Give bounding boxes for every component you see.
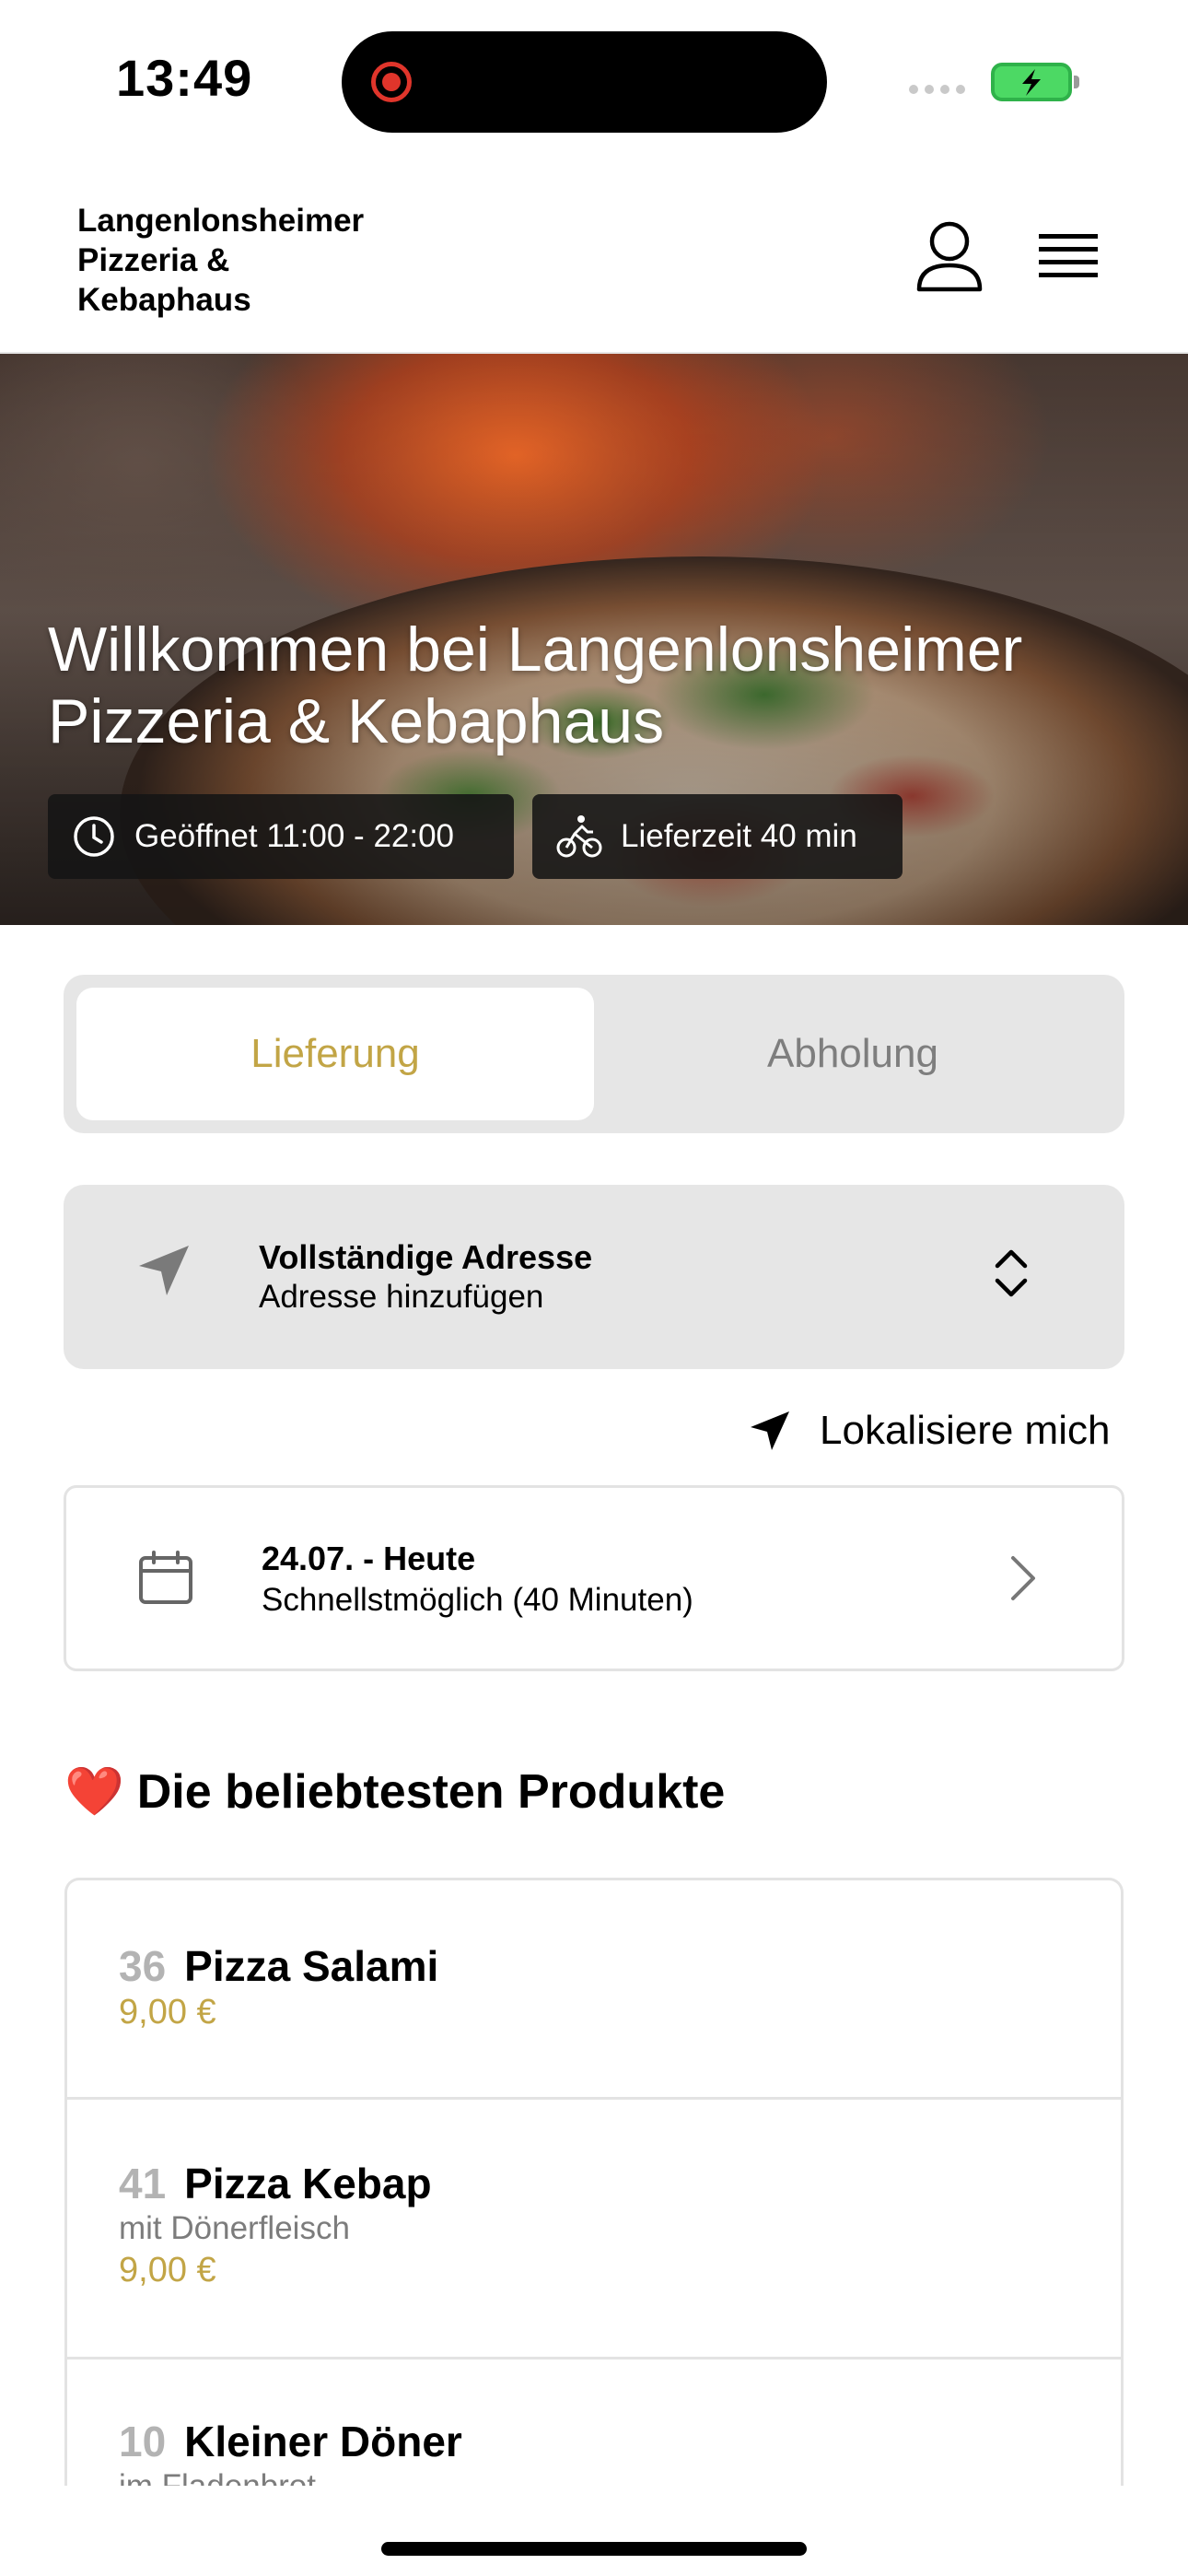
address-placeholder: Adresse hinzufügen [259,1279,544,1315]
opening-hours-badge: Geöffnet 11:00 - 22:00 [48,794,514,879]
hero-banner: Willkommen bei Langenlonsheimer Pizzeria… [0,354,1188,925]
app-header: Langenlonsheimer Pizzeria & Kebaphaus [0,184,1188,352]
location-arrow-icon [751,1411,789,1450]
cellular-signal-icon [909,85,965,94]
locate-me-label: Lokalisiere mich [820,1408,1111,1453]
menu-button[interactable] [1039,227,1101,289]
address-selector[interactable]: Vollständige Adresse Adresse hinzufügen [64,1185,1124,1369]
product-description: mit Dönerfleisch [119,2210,350,2246]
tab-pickup[interactable]: Abholung [594,988,1112,1120]
clock-icon [74,816,114,857]
tab-delivery[interactable]: Lieferung [76,988,594,1120]
delivery-time-badge: Lieferzeit 40 min [532,794,903,879]
delivery-date: 24.07. - Heute [262,1540,476,1577]
product-description: im Fladenbrot [119,2468,316,2486]
hero-title: Willkommen bei Langenlonsheimer Pizzeria… [48,615,1023,756]
status-bar: 13:49 [0,0,1188,157]
hamburger-menu-icon [1039,234,1098,277]
delivery-time-option: Schnellstmöglich (40 Minuten) [262,1582,693,1618]
dynamic-island [342,31,827,133]
product-item[interactable]: 10 Kleiner Döner im Fladenbrot [67,2359,1121,2486]
user-account-button[interactable] [912,219,987,295]
status-time: 13:49 [116,49,253,107]
product-name: Pizza Kebap [184,2160,432,2207]
locate-me-button[interactable]: Lokalisiere mich [748,1400,1110,1461]
product-item[interactable]: 41 Pizza Kebap mit Dönerfleisch 9,00 € [67,2100,1121,2359]
battery-charging-icon [991,63,1079,101]
restaurant-brand-name[interactable]: Langenlonsheimer Pizzeria & Kebaphaus [77,201,446,320]
popular-products-heading: ❤️ Die beliebtesten Produkte [64,1763,725,1820]
opening-hours-text: Geöffnet 11:00 - 22:00 [134,818,455,854]
product-name: Pizza Salami [184,1942,439,1990]
chevron-up-down-icon [995,1249,1028,1297]
chevron-right-icon [1011,1556,1035,1600]
location-arrow-icon [139,1246,189,1295]
recording-indicator-icon [371,62,412,102]
popular-products-title: Die beliebtesten Produkte [136,1764,726,1819]
product-price: 9,00 € [119,2251,216,2289]
product-price: 9,00 € [119,1993,216,2032]
heart-icon: ❤️ [64,1765,124,1819]
product-item[interactable]: 36 Pizza Salami 9,00 € [67,1880,1121,2100]
user-icon [916,221,983,292]
product-number: 36 [119,1942,167,1990]
product-number: 10 [119,2418,167,2465]
product-name: Kleiner Döner [184,2418,462,2465]
popular-products-list: 36 Pizza Salami 9,00 € 41 Pizza Kebap mi… [64,1878,1124,2486]
address-title: Vollständige Adresse [259,1238,593,1276]
calendar-icon [139,1551,192,1604]
product-number: 41 [119,2160,167,2207]
delivery-time-text: Lieferzeit 40 min [621,818,857,854]
order-mode-toggle: Lieferung Abholung [64,975,1124,1133]
delivery-time-selector[interactable]: 24.07. - Heute Schnellstmöglich (40 Minu… [64,1485,1124,1671]
home-indicator[interactable] [381,2542,807,2556]
bicycle-rider-icon [556,815,602,858]
